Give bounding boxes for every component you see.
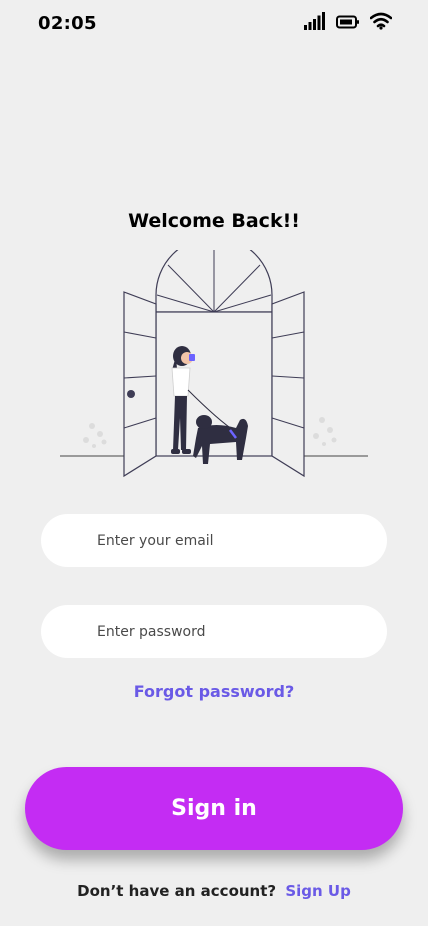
signup-prompt: Don’t have an account?	[77, 882, 277, 900]
sign-in-button[interactable]: Sign in	[25, 767, 403, 850]
email-field[interactable]	[41, 514, 387, 567]
status-time: 02:05	[38, 13, 97, 34]
page-title: Welcome Back!!	[128, 210, 300, 232]
sign-up-link[interactable]: Sign Up	[285, 882, 351, 900]
password-field[interactable]	[41, 605, 387, 658]
signal-icon	[304, 12, 326, 34]
status-bar: 02:05	[0, 0, 428, 48]
door-dog-walk-illustration	[58, 236, 370, 480]
status-icons	[304, 12, 393, 34]
signup-row: Don’t have an account? Sign Up	[0, 882, 428, 900]
forgot-password-link[interactable]: Forgot password?	[0, 682, 428, 701]
wifi-icon	[369, 12, 393, 34]
battery-icon	[336, 14, 360, 33]
